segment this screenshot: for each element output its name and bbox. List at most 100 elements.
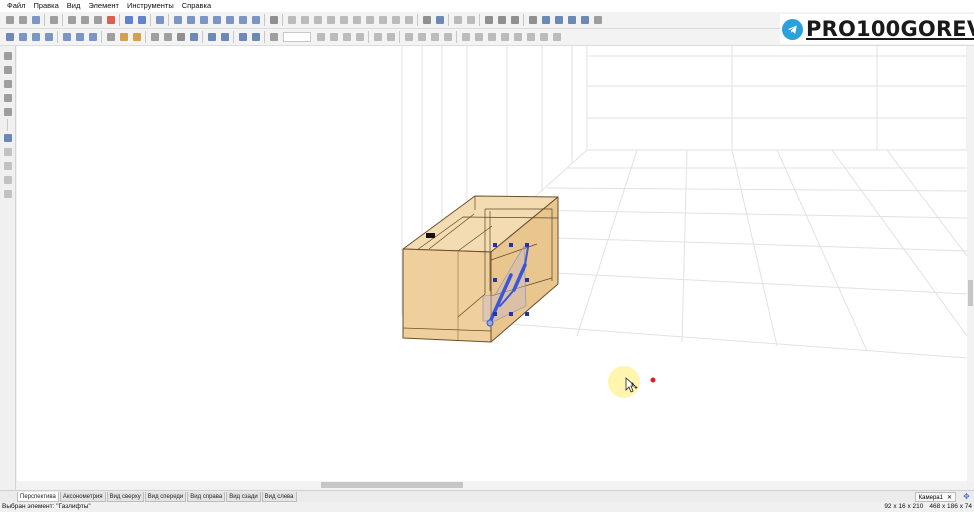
wave-icon[interactable] — [162, 32, 173, 43]
sphere-icon[interactable] — [136, 15, 147, 26]
align-icon[interactable] — [460, 32, 471, 43]
window-icon[interactable] — [172, 15, 183, 26]
dims-icon[interactable] — [403, 32, 414, 43]
snap-icon[interactable] — [434, 15, 445, 26]
transform-icon[interactable] — [2, 64, 13, 75]
globe-icon[interactable] — [123, 15, 134, 26]
edit-icon[interactable] — [2, 160, 13, 171]
tab-view-5[interactable]: Вид сзади — [226, 491, 261, 502]
cube-icon[interactable] — [61, 32, 72, 43]
zoom-icon[interactable] — [268, 32, 279, 43]
arrow-icon[interactable] — [465, 15, 476, 26]
arrow-icon[interactable] — [315, 32, 326, 43]
pipette-icon[interactable] — [2, 92, 13, 103]
align-icon[interactable] — [364, 15, 375, 26]
open-file-icon[interactable] — [17, 15, 28, 26]
menu-element[interactable]: Элемент — [84, 0, 123, 12]
lock-icon[interactable] — [2, 78, 13, 89]
camera-tab[interactable]: Камера1 ✕ — [914, 492, 956, 502]
align-icon[interactable] — [499, 32, 510, 43]
cut-icon[interactable] — [66, 15, 77, 26]
window-icon[interactable] — [185, 15, 196, 26]
cube-icon[interactable] — [17, 32, 28, 43]
grid-icon[interactable] — [175, 32, 186, 43]
new-file-icon[interactable] — [4, 15, 15, 26]
menu-help[interactable]: Справка — [178, 0, 215, 12]
align-icon[interactable] — [299, 15, 310, 26]
snap-icon[interactable] — [206, 32, 217, 43]
tab-view-3[interactable]: Вид спереди — [144, 491, 187, 502]
rotate-icon[interactable] — [483, 15, 494, 26]
align-icon[interactable] — [390, 15, 401, 26]
align-icon[interactable] — [351, 15, 362, 26]
align-icon[interactable] — [525, 32, 536, 43]
filter-icon[interactable] — [149, 32, 160, 43]
target-icon[interactable] — [250, 32, 261, 43]
print-icon[interactable] — [48, 15, 59, 26]
arrow-icon[interactable] — [354, 32, 365, 43]
close-icon[interactable]: ✕ — [947, 495, 952, 501]
grid-icon[interactable] — [421, 15, 432, 26]
align-icon[interactable] — [377, 15, 388, 26]
arrow-icon[interactable] — [452, 15, 463, 26]
mirror-icon[interactable] — [527, 15, 538, 26]
align-icon[interactable] — [312, 15, 323, 26]
copy-icon[interactable] — [2, 106, 13, 117]
view-icon[interactable] — [4, 32, 15, 43]
cube-icon[interactable] — [87, 32, 98, 43]
delete-icon[interactable] — [105, 15, 116, 26]
copy-icon[interactable] — [79, 15, 90, 26]
zoom-input[interactable] — [283, 32, 311, 42]
snap-icon[interactable] — [219, 32, 230, 43]
snap-icon[interactable] — [2, 132, 13, 143]
cube-icon[interactable] — [43, 32, 54, 43]
menu-tools[interactable]: Инструменты — [123, 0, 178, 12]
arrow-icon[interactable] — [328, 32, 339, 43]
arrow-icon[interactable] — [341, 32, 352, 43]
paint-icon[interactable] — [118, 32, 129, 43]
align-icon[interactable] — [286, 15, 297, 26]
align-icon[interactable] — [403, 15, 414, 26]
vertical-scrollbar[interactable] — [967, 46, 974, 481]
cabinet-model[interactable] — [402, 195, 559, 343]
move-icon[interactable] — [496, 15, 507, 26]
measure-icon[interactable] — [385, 32, 396, 43]
save-icon[interactable] — [30, 15, 41, 26]
panel-icon[interactable] — [154, 15, 165, 26]
tab-view-4[interactable]: Вид справа — [187, 491, 226, 502]
align-icon[interactable] — [486, 32, 497, 43]
3d-viewport[interactable] — [17, 46, 967, 481]
window-icon[interactable] — [211, 15, 222, 26]
add-camera-icon[interactable]: ✥ — [961, 492, 972, 502]
tab-view-1[interactable]: Аксонометрия — [59, 491, 106, 502]
window-icon[interactable] — [224, 15, 235, 26]
scale-icon[interactable] — [509, 15, 520, 26]
edit-icon[interactable] — [2, 188, 13, 199]
align-icon[interactable] — [551, 32, 562, 43]
horizontal-scrollbar[interactable] — [17, 481, 967, 489]
align-icon[interactable] — [512, 32, 523, 43]
align-icon[interactable] — [538, 32, 549, 43]
measure-icon[interactable] — [372, 32, 383, 43]
view-icon[interactable] — [579, 15, 590, 26]
horizontal-scroll-thumb[interactable] — [321, 482, 463, 488]
cube-icon[interactable] — [74, 32, 85, 43]
view-icon[interactable] — [540, 15, 551, 26]
light-icon[interactable] — [131, 32, 142, 43]
view-icon[interactable] — [566, 15, 577, 26]
paste-icon[interactable] — [92, 15, 103, 26]
dims-icon[interactable] — [429, 32, 440, 43]
edit-icon[interactable] — [2, 174, 13, 185]
window-icon[interactable] — [237, 15, 248, 26]
cursor-icon[interactable] — [105, 32, 116, 43]
menu-view[interactable]: Вид — [63, 0, 85, 12]
tab-view-6[interactable]: Вид слева — [261, 491, 297, 502]
cube-icon[interactable] — [30, 32, 41, 43]
eye-icon[interactable] — [188, 32, 199, 43]
tab-view-0[interactable]: Перспектива — [17, 491, 59, 502]
dims-icon[interactable] — [416, 32, 427, 43]
magnet-icon[interactable] — [237, 32, 248, 43]
menu-file[interactable]: Файл — [3, 0, 29, 12]
view-icon[interactable] — [553, 15, 564, 26]
align-icon[interactable] — [338, 15, 349, 26]
